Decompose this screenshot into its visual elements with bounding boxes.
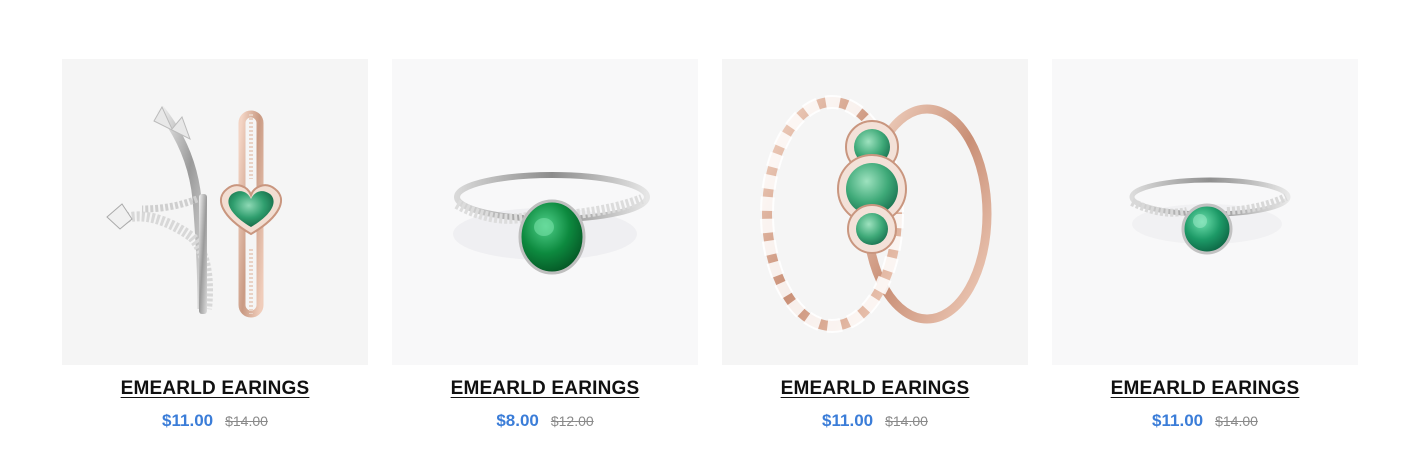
product-title-link[interactable]: EMEARLD EARINGS [1111,377,1300,401]
product-image-link[interactable] [1052,59,1358,365]
product-card: EMEARLD EARINGS $11.00 $14.00 [62,59,368,431]
sale-price: $11.00 [162,411,214,430]
price-row: $8.00 $12.00 [496,411,593,431]
product-card: EMEARLD EARINGS $11.00 $14.00 [1052,59,1358,431]
compare-at-price: $12.00 [550,413,594,429]
oval-emerald-solitaire-ring-image [453,172,650,275]
compare-at-price: $14.00 [1215,413,1258,429]
product-card: EMEARLD EARINGS $8.00 $12.00 [392,59,698,431]
product-grid: EMEARLD EARINGS $11.00 $14.00 EMEARLD EA… [62,59,1358,431]
product-title-link[interactable]: EMEARLD EARINGS [781,377,970,401]
product-image-link[interactable] [62,59,368,365]
rose-gold-three-stone-ring-stack-image [760,95,992,333]
princess-tiara-and-heart-ring-image [106,105,282,318]
compare-at-price: $14.00 [885,413,928,429]
price-row: $11.00 $14.00 [162,411,268,431]
sale-price: $11.00 [822,411,874,430]
product-image-link[interactable] [722,59,1028,365]
price-row: $11.00 $14.00 [1152,411,1258,431]
sale-price: $11.00 [1152,411,1204,430]
round-emerald-solitaire-ring-image [1129,177,1291,255]
product-title-link[interactable]: EMEARLD EARINGS [451,377,640,401]
product-image-link[interactable] [392,59,698,365]
sale-price: $8.00 [496,411,539,430]
product-title-link[interactable]: EMEARLD EARINGS [121,377,310,401]
compare-at-price: $14.00 [225,413,268,429]
price-row: $11.00 $14.00 [822,411,928,431]
product-card: EMEARLD EARINGS $11.00 $14.00 [722,59,1028,431]
